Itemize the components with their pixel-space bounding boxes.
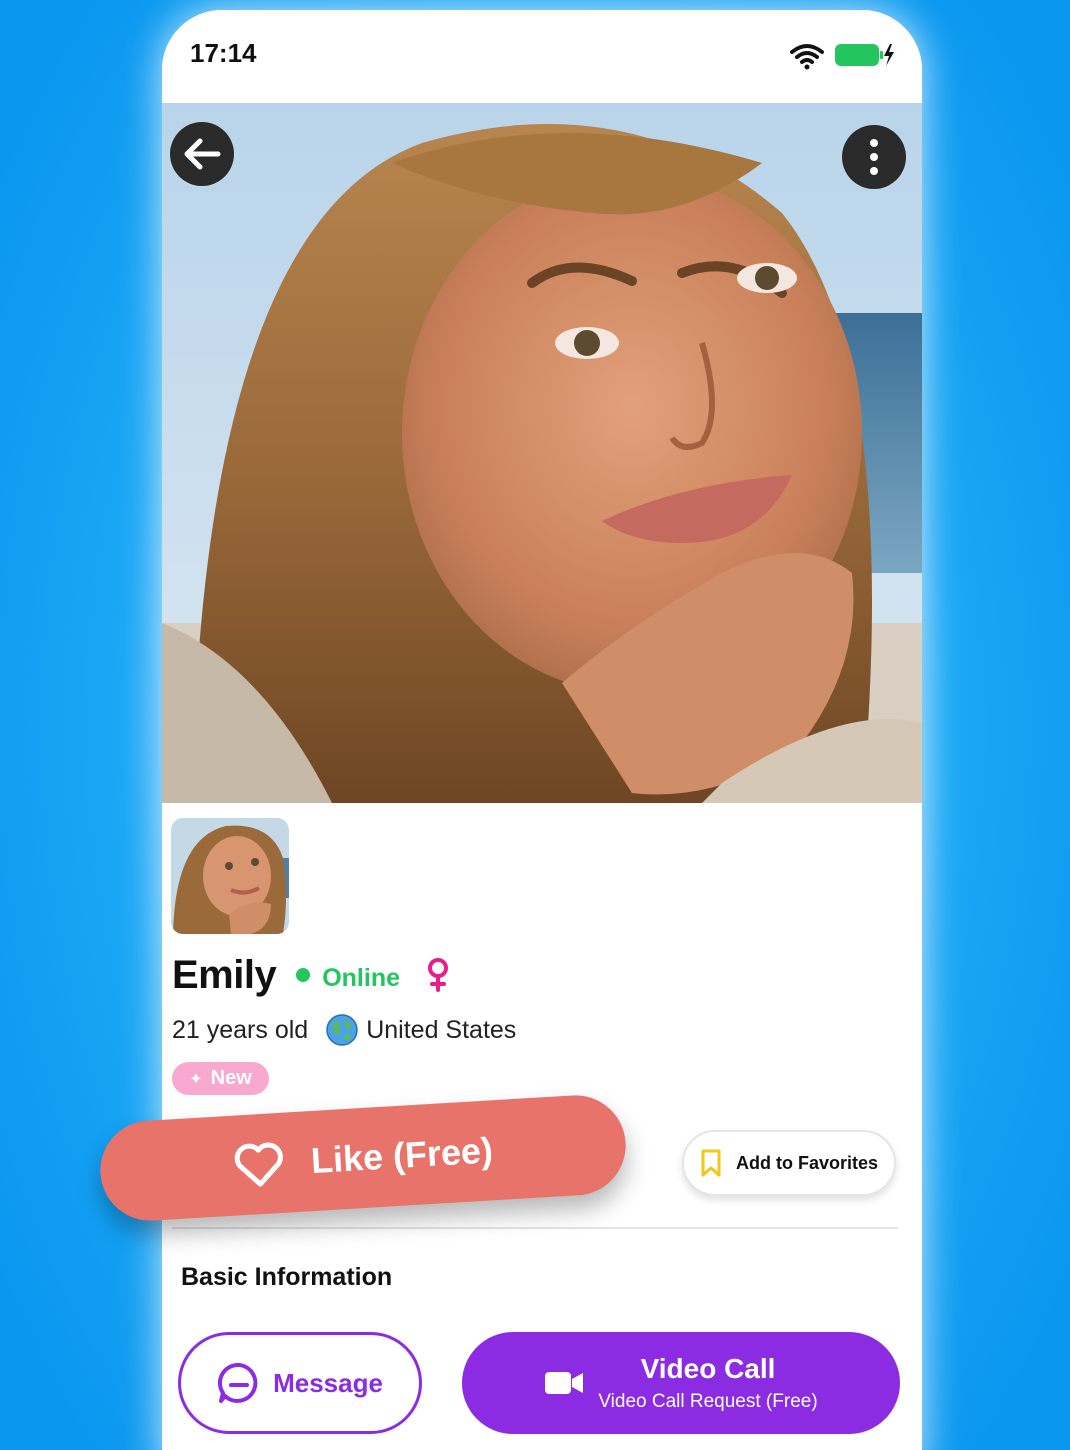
status-time: 17:14 [190,38,257,68]
favorites-label: Add to Favorites [735,1152,878,1173]
chat-icon [218,1362,258,1403]
heart-icon [234,1142,283,1187]
online-dot [296,968,311,982]
message-label: Message [273,1367,383,1398]
video-call-subtitle: Video Call Request (Free) [598,1391,818,1412]
video-call-title: Video Call [640,1353,776,1384]
status-bar: 17:14 [162,10,922,103]
female-icon [428,958,449,992]
divider [172,1227,898,1229]
video-call-text: Video Call Video Call Request (Free) [598,1353,817,1413]
back-button[interactable] [170,122,234,186]
sparkle-icon: ✦ [189,1070,203,1088]
basic-information-title: Basic Information [181,1263,393,1291]
video-camera-icon [545,1372,584,1394]
name-row: Emily Online [172,950,452,1000]
profile-photo[interactable] [162,103,922,803]
battery-charging-icon [835,44,894,66]
bookmark-icon [701,1149,721,1177]
message-button[interactable]: Message [178,1332,422,1434]
new-badge: ✦ New [172,1062,269,1095]
meta-row: 21 years old United States [172,1010,516,1050]
age-text: 21 years old [172,1015,309,1044]
wifi-icon [790,44,824,70]
new-badge-label: New [210,1067,252,1089]
video-call-button[interactable]: Video Call Video Call Request (Free) [462,1332,900,1434]
globe-icon [326,1014,358,1046]
add-to-favorites-button[interactable]: Add to Favorites [682,1130,896,1196]
phone-screen: 17:14 Emily Online 21 years old United S… [162,10,922,1450]
profile-thumbnail[interactable] [171,818,289,934]
more-vertical-icon [870,139,878,175]
country-text: United States [366,1015,517,1044]
back-arrow-icon [184,138,221,170]
like-label: Like (Free) [309,1129,494,1182]
more-options-button[interactable] [842,125,906,189]
online-status: Online [322,963,401,992]
profile-name: Emily [172,952,277,997]
